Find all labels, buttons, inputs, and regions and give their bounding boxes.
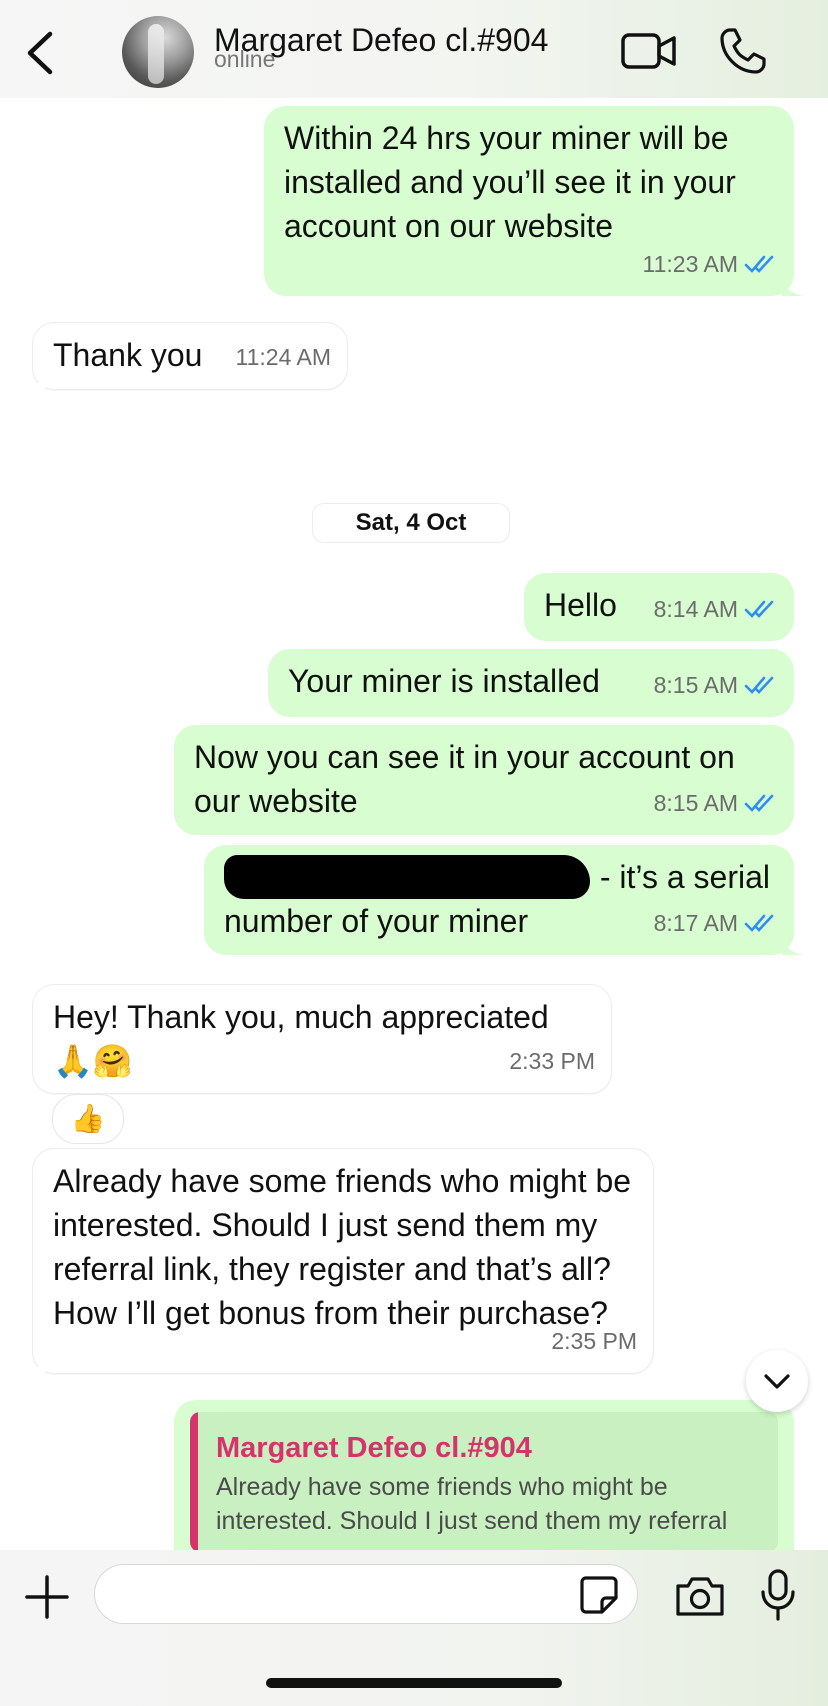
scroll-to-bottom-button[interactable] xyxy=(746,1350,808,1412)
message-time: 8:14 AM xyxy=(653,596,738,622)
message-bubble-outgoing-reply[interactable]: Margaret Defeo cl.#904 Already have some… xyxy=(174,1400,794,1550)
bubble-tail xyxy=(23,1351,45,1373)
chevron-left-icon[interactable] xyxy=(22,30,58,76)
message-input[interactable] xyxy=(94,1564,638,1624)
message-bubble-outgoing[interactable]: Now you can see it in your account on ou… xyxy=(174,725,794,835)
message-meta: 11:24 AM xyxy=(236,335,331,379)
message-bubble-outgoing[interactable]: Within 24 hrs your miner will be install… xyxy=(264,106,804,296)
bubble-tail xyxy=(782,933,804,955)
message-bubble-outgoing[interactable]: Hello 8:14 AM xyxy=(524,573,794,641)
camera-icon[interactable] xyxy=(674,1574,726,1618)
plus-icon[interactable] xyxy=(24,1574,70,1620)
reaction-badge[interactable]: 👍 xyxy=(52,1094,124,1144)
message-meta: 8:17 AM xyxy=(654,901,778,945)
double-check-read-icon xyxy=(744,914,774,932)
message-time: 11:24 AM xyxy=(235,344,331,370)
message-time: 2:35 PM xyxy=(551,1328,637,1354)
message-time: 11:23 AM xyxy=(642,251,738,277)
redacted-serial-number xyxy=(224,855,590,899)
message-meta: 11:23 AM xyxy=(643,242,778,286)
message-list[interactable]: Within 24 hrs your miner will be install… xyxy=(0,98,828,1550)
microphone-icon[interactable] xyxy=(758,1568,798,1622)
message-time: 2:33 PM xyxy=(509,1048,595,1074)
message-meta: 8:15 AM xyxy=(654,781,778,825)
message-text: Within 24 hrs your miner will be install… xyxy=(284,120,736,244)
double-check-read-icon xyxy=(744,794,774,812)
message-meta: 8:15 AM xyxy=(654,663,778,707)
avatar[interactable] xyxy=(122,16,194,88)
message-time: 8:15 AM xyxy=(653,672,738,698)
quoted-message-text: Already have some friends who might be i… xyxy=(216,1473,728,1535)
message-text: Already have some friends who might be i… xyxy=(53,1163,632,1331)
phone-icon[interactable] xyxy=(718,26,768,76)
message-meta: 8:14 AM xyxy=(654,587,778,631)
message-text: Hey! Thank you, much appreciated xyxy=(53,999,549,1035)
video-camera-icon[interactable] xyxy=(620,30,678,72)
composer-bar xyxy=(0,1550,828,1706)
date-separator: Sat, 4 Oct xyxy=(312,503,510,543)
double-check-read-icon xyxy=(744,676,774,694)
message-bubble-outgoing[interactable]: Your miner is installed 8:15 AM xyxy=(268,649,794,717)
chat-header: online Margaret Defeo cl.#904 xyxy=(0,0,828,98)
bubble-tail xyxy=(23,367,45,389)
message-bubble-incoming[interactable]: Thank you 11:24 AM xyxy=(23,322,348,390)
sticker-icon[interactable] xyxy=(578,1574,620,1616)
contact-name[interactable]: Margaret Defeo cl.#904 xyxy=(214,22,548,59)
reply-quote[interactable]: Margaret Defeo cl.#904 Already have some… xyxy=(190,1412,778,1550)
double-check-read-icon xyxy=(744,600,774,618)
message-meta: 2:35 PM xyxy=(551,1319,637,1363)
home-indicator xyxy=(266,1678,562,1688)
message-bubble-incoming[interactable]: Already have some friends who might be i… xyxy=(23,1148,654,1374)
bubble-tail xyxy=(782,274,804,296)
quoted-sender-name: Margaret Defeo cl.#904 xyxy=(216,1432,532,1464)
message-time: 8:15 AM xyxy=(653,790,738,816)
double-check-read-icon xyxy=(744,255,774,273)
message-bubble-outgoing[interactable]: - it’s a serial number of your miner 8:1… xyxy=(204,845,804,955)
message-time: 8:17 AM xyxy=(653,910,738,936)
quote-accent-bar xyxy=(190,1412,198,1550)
message-meta: 2:33 PM xyxy=(509,1039,595,1083)
message-bubble-incoming[interactable]: Hey! Thank you, much appreciated 🙏🤗 2:33… xyxy=(32,984,612,1094)
